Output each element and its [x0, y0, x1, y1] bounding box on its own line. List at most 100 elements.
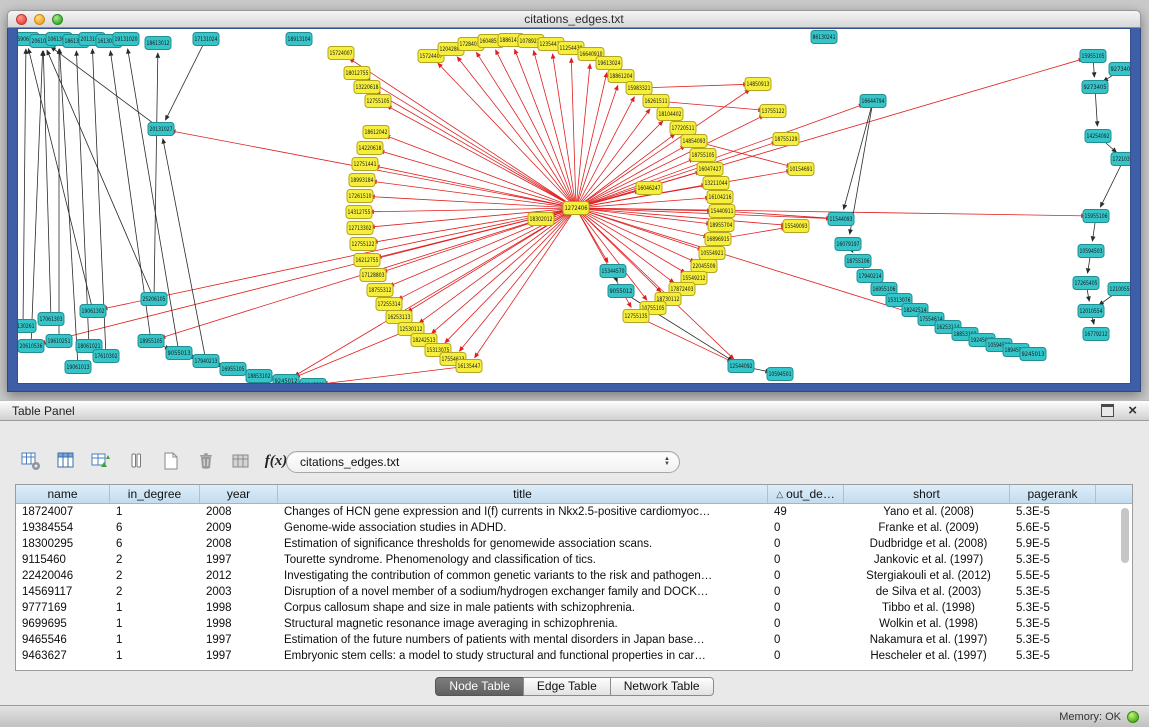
graph-node[interactable]: 18130261	[18, 320, 36, 333]
close-panel-icon[interactable]: ×	[1128, 405, 1137, 417]
graph-node[interactable]: 18612042	[363, 126, 389, 139]
table-cell[interactable]: 1	[110, 618, 200, 630]
graph-node[interactable]: 16212755	[354, 254, 380, 267]
column-header-pagerank[interactable]: pagerank	[1010, 485, 1096, 503]
graph-node[interactable]: 17720511	[670, 122, 696, 135]
graph-edge[interactable]	[576, 208, 685, 273]
column-header-name[interactable]: name	[16, 485, 110, 503]
minimize-window-button[interactable]	[34, 14, 45, 25]
table-cell[interactable]: Investigating the contribution of common…	[278, 570, 768, 582]
graph-node[interactable]: 18104402	[657, 108, 683, 121]
graph-node[interactable]: 14312755	[346, 206, 372, 219]
table-cell[interactable]: 5.3E-5	[1010, 650, 1096, 662]
table-cell[interactable]: 1	[110, 650, 200, 662]
graph-node[interactable]: 9245012	[273, 375, 299, 385]
table-row[interactable]: 946362711997Embryonic stem cells: a mode…	[16, 648, 1132, 664]
graph-edge[interactable]	[154, 53, 158, 299]
graph-node[interactable]: 14854093	[681, 135, 707, 148]
table-cell[interactable]: Genome-wide association studies in ADHD.	[278, 522, 768, 534]
graph-node[interactable]: 18755129	[773, 133, 799, 146]
graph-node[interactable]: 18861204	[608, 70, 634, 83]
graph-node[interactable]: 9055013	[166, 347, 192, 360]
graph-edge[interactable]	[51, 47, 161, 129]
table-cell[interactable]: 18300295	[16, 538, 110, 550]
graph-node[interactable]: 14220618	[357, 142, 383, 155]
table-settings-icon[interactable]	[18, 447, 44, 475]
table-cell[interactable]: 5.3E-5	[1010, 618, 1096, 630]
graph-edge[interactable]	[43, 51, 51, 319]
graph-node[interactable]: 19613024	[596, 57, 622, 70]
table-cell[interactable]: 2	[110, 586, 200, 598]
table-cell[interactable]: 18724007	[16, 506, 110, 518]
column-header-out_de[interactable]: △out_de…	[768, 485, 844, 503]
table-cell[interactable]: Estimation of the future numbers of pati…	[278, 634, 768, 646]
graph-node[interactable]: 16644794	[860, 95, 886, 108]
table-cell[interactable]: 0	[768, 554, 844, 566]
graph-node[interactable]: 16779212	[1083, 328, 1109, 341]
table-cell[interactable]: 9115460	[16, 554, 110, 566]
table-row[interactable]: 2242004622012Investigating the contribut…	[16, 568, 1132, 584]
graph-edge[interactable]	[163, 139, 206, 361]
table-selector-combo[interactable]: citations_edges.txt ▲▼	[286, 451, 680, 473]
graph-node[interactable]: 19610251	[46, 335, 72, 348]
graph-node[interactable]: 15955105	[1080, 50, 1106, 63]
graph-node[interactable]: 18755106	[845, 255, 871, 268]
network-canvas[interactable]: 1272406157244071204280117284018160485121…	[17, 28, 1131, 384]
table-cell[interactable]: 19384554	[16, 522, 110, 534]
graph-node[interactable]: 1272406	[563, 202, 589, 215]
table-cell[interactable]: Yano et al. (2008)	[844, 506, 1010, 518]
graph-edge[interactable]	[31, 51, 43, 346]
table-cell[interactable]: Structural magnetic resonance image aver…	[278, 618, 768, 630]
graph-edge[interactable]	[103, 208, 576, 309]
export-table-icon[interactable]	[228, 447, 254, 475]
graph-node[interactable]: 14850913	[745, 78, 771, 91]
table-cell[interactable]: 2012	[200, 570, 278, 582]
table-row[interactable]: 1456911722003Disruption of a novel membe…	[16, 584, 1132, 600]
table-cell[interactable]: 6	[110, 522, 200, 534]
table-cell[interactable]: 1998	[200, 618, 278, 630]
graph-edge[interactable]	[23, 49, 26, 326]
graph-node[interactable]: 9273405	[1082, 81, 1108, 94]
column-header-year[interactable]: year	[200, 485, 278, 503]
column-header-title[interactable]: title	[278, 485, 768, 503]
graph-node[interactable]: 10594503	[1078, 245, 1104, 258]
graph-node[interactable]: 12751441	[352, 158, 378, 171]
table-row[interactable]: 1830029562008Estimation of significance …	[16, 536, 1132, 552]
graph-node[interactable]: 10594501	[767, 368, 793, 381]
graph-node[interactable]: 19131020	[113, 33, 139, 46]
graph-node[interactable]: 10154691	[788, 163, 814, 176]
table-cell[interactable]: Nakamura et al. (1997)	[844, 634, 1010, 646]
graph-node[interactable]: 12544092	[728, 360, 754, 373]
table-cell[interactable]: Hescheler et al. (1997)	[844, 650, 1010, 662]
graph-node[interactable]: 18945502	[300, 379, 326, 385]
graph-node[interactable]: 16896915	[705, 233, 731, 246]
graph-node[interactable]: 17940214	[857, 270, 883, 283]
graph-edge[interactable]	[41, 208, 576, 344]
table-cell[interactable]: 22420046	[16, 570, 110, 582]
table-cell[interactable]: 0	[768, 650, 844, 662]
graph-node[interactable]: 16955105	[220, 363, 246, 376]
table-cell[interactable]: 9777169	[16, 602, 110, 614]
graph-edge[interactable]	[571, 58, 576, 208]
merge-tables-icon[interactable]	[123, 447, 149, 475]
table-row[interactable]: 946554611997Estimation of the future num…	[16, 632, 1132, 648]
graph-node[interactable]: 15440911	[709, 205, 735, 218]
table-cell[interactable]: 1	[110, 506, 200, 518]
graph-node[interactable]: 14254092	[1085, 130, 1111, 143]
table-cell[interactable]: 5.3E-5	[1010, 554, 1096, 566]
graph-node[interactable]: 12713302	[347, 222, 373, 235]
graph-node[interactable]: 18853102	[246, 370, 272, 383]
new-file-icon[interactable]	[158, 447, 184, 475]
graph-node[interactable]: 17131024	[193, 33, 219, 46]
graph-edge[interactable]	[515, 49, 576, 208]
graph-edge[interactable]	[165, 39, 206, 120]
graph-edge[interactable]	[476, 52, 576, 208]
graph-edge[interactable]	[387, 106, 576, 208]
graph-node[interactable]: 13220618	[354, 81, 380, 94]
table-cell[interactable]: 1	[110, 634, 200, 646]
graph-node[interactable]: 17128803	[360, 269, 386, 282]
table-cell[interactable]: 0	[768, 570, 844, 582]
float-panel-icon[interactable]	[1101, 404, 1114, 417]
table-cell[interactable]: Jankovic et al. (1997)	[844, 554, 1010, 566]
table-cell[interactable]: Tourette syndrome. Phenomenology and cla…	[278, 554, 768, 566]
